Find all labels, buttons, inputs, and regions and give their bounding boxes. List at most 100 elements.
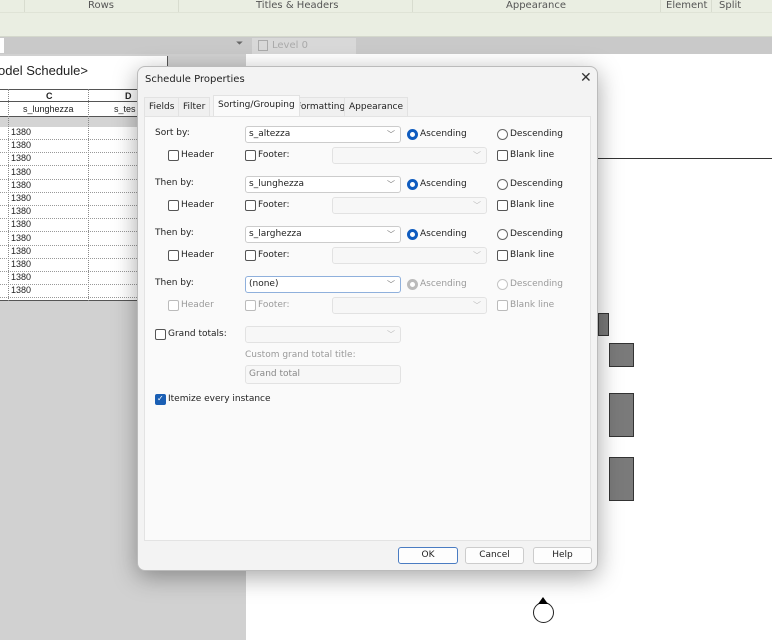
element-block[interactable] [609, 343, 634, 367]
footer-checkbox[interactable] [245, 200, 256, 211]
descending-radio[interactable] [497, 279, 508, 290]
footer-label: Footer: [258, 300, 290, 310]
footer-label: Footer: [258, 250, 290, 260]
tab-level-0[interactable]: Level 0 [252, 38, 356, 54]
chevron-down-icon: ﹀ [473, 251, 481, 260]
close-icon[interactable]: ✕ [580, 70, 592, 86]
table-row-value[interactable]: 1380 [11, 167, 31, 177]
footer-checkbox[interactable] [245, 150, 256, 161]
header-checkbox[interactable] [168, 250, 179, 261]
table-row-value[interactable]: 1380 [11, 272, 31, 282]
descending-label: Descending [510, 179, 563, 189]
table-row-value[interactable]: 1380 [11, 206, 31, 216]
ascending-label: Ascending [420, 129, 467, 139]
chevron-down-icon: ﹀ [387, 230, 395, 239]
descending-radio[interactable] [497, 229, 508, 240]
ribbon-group-split[interactable]: Split [719, 0, 741, 11]
table-row-value[interactable]: 1380 [11, 285, 31, 295]
itemize-checkbox[interactable] [155, 394, 166, 405]
ribbon-group-titles-headers[interactable]: Titles & Headers [256, 0, 338, 11]
ribbon-separator [660, 0, 661, 12]
element-block[interactable] [609, 457, 634, 501]
view-bar: ⏷ Level 0 [0, 37, 772, 54]
ribbon-group-rows[interactable]: Rows [88, 0, 114, 11]
tab-formatting[interactable]: Formatting [291, 97, 351, 116]
cancel-button[interactable]: Cancel [465, 547, 524, 564]
footer-label: Footer: [258, 200, 290, 210]
footer-checkbox[interactable] [245, 300, 256, 311]
blank-line-label: Blank line [510, 150, 555, 160]
ascending-label: Ascending [420, 279, 467, 289]
custom-title-input[interactable]: Grand total [245, 365, 401, 384]
footer-dropdown[interactable]: ﹀ [332, 197, 487, 214]
level-marker-icon[interactable] [533, 602, 554, 623]
element-block[interactable] [598, 313, 609, 336]
table-row-value[interactable]: 1380 [11, 140, 31, 150]
footer-dropdown[interactable]: ﹀ [332, 297, 487, 314]
table-row-value[interactable]: 1380 [11, 127, 31, 137]
ribbon-group-appearance[interactable]: Appearance [506, 0, 566, 11]
ascending-radio[interactable] [407, 279, 418, 290]
ribbon-group-element[interactable]: Element [666, 0, 707, 11]
tab-fields[interactable]: Fields [144, 97, 180, 116]
tab-filter[interactable]: Filter [178, 97, 211, 116]
schedule-properties-dialog: Schedule Properties ✕ Fields Filter Form… [137, 66, 598, 571]
footer-label: Footer: [258, 150, 290, 160]
filter-dropdown-icon[interactable]: ⏷ [236, 39, 243, 49]
descending-radio[interactable] [497, 129, 508, 140]
wall-line [597, 158, 772, 159]
descending-label: Descending [510, 229, 563, 239]
ribbon-separator [412, 0, 413, 12]
table-row-value[interactable]: 1380 [11, 180, 31, 190]
tab-sorting-grouping[interactable]: Sorting/Grouping [213, 95, 300, 116]
header-checkbox[interactable] [168, 300, 179, 311]
header-label: Header [181, 150, 214, 160]
table-row-value[interactable]: 1380 [11, 219, 31, 229]
grand-totals-dropdown[interactable]: ﹀ [245, 326, 401, 343]
field-header-s-lunghezza[interactable]: s_lunghezza [23, 104, 74, 114]
blank-line-checkbox[interactable] [497, 250, 508, 261]
sort-label: Then by: [155, 228, 194, 238]
sort-field-value: s_larghezza [249, 229, 302, 239]
sort-field-dropdown[interactable]: (none) ﹀ [245, 276, 401, 293]
sort-field-dropdown[interactable]: s_larghezza ﹀ [245, 226, 401, 243]
ascending-radio[interactable] [407, 229, 418, 240]
grand-totals-checkbox[interactable] [155, 329, 166, 340]
ribbon-divider [0, 12, 772, 13]
column-header-c[interactable]: C [46, 91, 53, 101]
header-checkbox[interactable] [168, 200, 179, 211]
sort-field-dropdown[interactable]: s_lunghezza ﹀ [245, 176, 401, 193]
help-button[interactable]: Help [533, 547, 592, 564]
blank-line-checkbox[interactable] [497, 150, 508, 161]
table-row-value[interactable]: 1380 [11, 233, 31, 243]
ribbon-separator [178, 0, 179, 12]
sort-field-value: (none) [249, 279, 279, 289]
header-checkbox[interactable] [168, 150, 179, 161]
view-selector[interactable] [0, 38, 4, 53]
table-row-value[interactable]: 1380 [11, 153, 31, 163]
ribbon-separator [24, 0, 25, 12]
table-row-value[interactable]: 1380 [11, 246, 31, 256]
table-row-value[interactable]: 1380 [11, 259, 31, 269]
field-header-s-tes[interactable]: s_tes [114, 104, 136, 114]
chevron-down-icon: ﹀ [473, 301, 481, 310]
schedule-title: odel Schedule> [0, 63, 88, 78]
footer-dropdown[interactable]: ﹀ [332, 147, 487, 164]
descending-label: Descending [510, 129, 563, 139]
column-header-d[interactable]: D [125, 91, 132, 101]
tab-appearance[interactable]: Appearance [344, 97, 409, 116]
blank-line-checkbox[interactable] [497, 300, 508, 311]
footer-checkbox[interactable] [245, 250, 256, 261]
ribbon-separator [711, 0, 712, 12]
ok-button[interactable]: OK [398, 547, 458, 564]
ascending-radio[interactable] [407, 179, 418, 190]
descending-radio[interactable] [497, 179, 508, 190]
blank-line-checkbox[interactable] [497, 200, 508, 211]
itemize-label: Itemize every instance [168, 394, 271, 404]
ascending-radio[interactable] [407, 129, 418, 140]
sort-field-dropdown[interactable]: s_altezza ﹀ [245, 126, 401, 143]
table-row-value[interactable]: 1380 [11, 193, 31, 203]
footer-dropdown[interactable]: ﹀ [332, 247, 487, 264]
blank-line-label: Blank line [510, 200, 555, 210]
element-block[interactable] [609, 393, 634, 437]
